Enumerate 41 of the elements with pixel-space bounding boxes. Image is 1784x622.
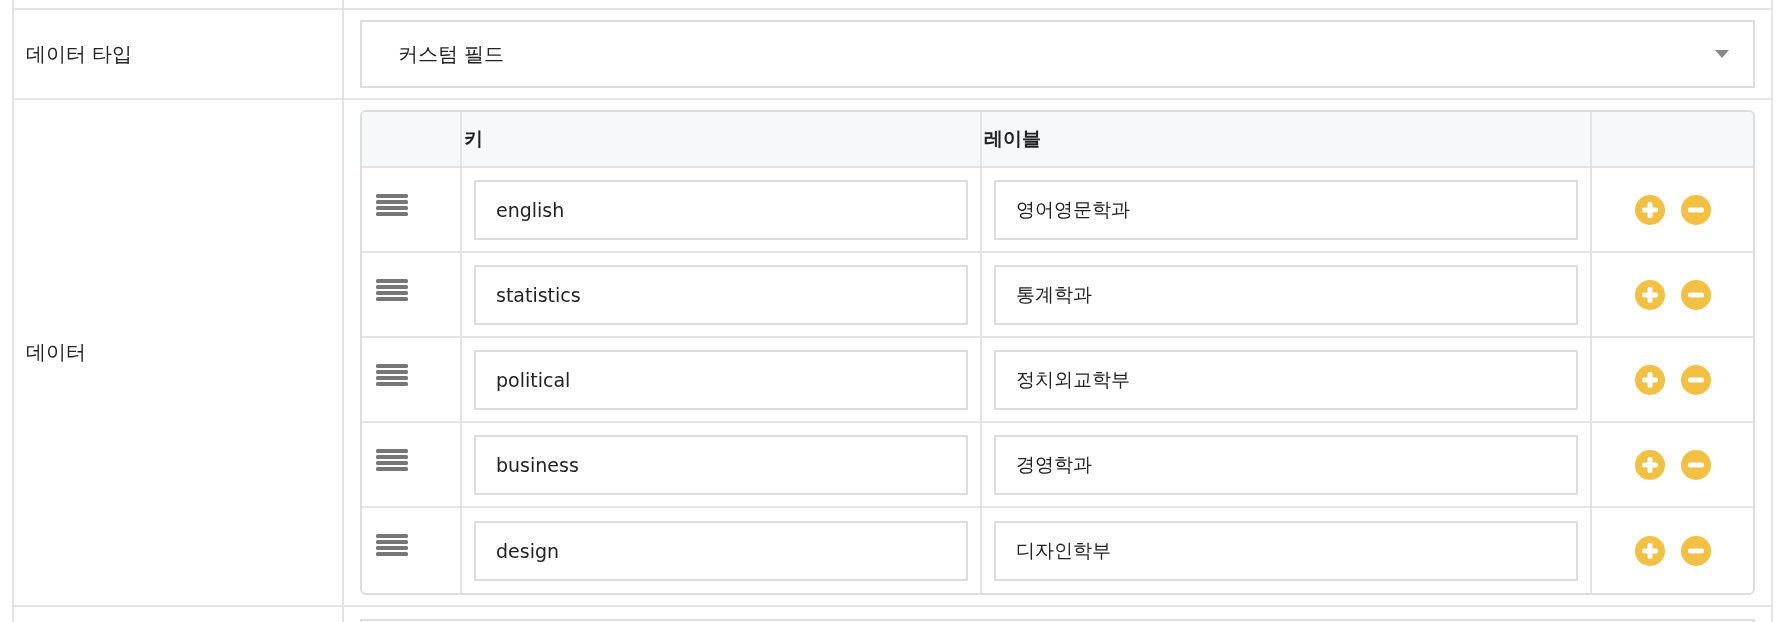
add-row-button[interactable]: [1634, 535, 1665, 566]
minus-icon: [1680, 535, 1711, 566]
label-field[interactable]: 디자인학부: [994, 520, 1578, 581]
plus-icon: [1634, 279, 1665, 310]
remove-row-button[interactable]: [1680, 535, 1711, 566]
minus-icon: [1680, 449, 1711, 480]
field-label: 데이터 타입: [26, 40, 133, 68]
label-field[interactable]: 정치외교학부: [994, 349, 1578, 410]
plus-icon: [1634, 449, 1665, 480]
remove-row-button[interactable]: [1680, 364, 1711, 395]
drag-handle-icon[interactable]: [376, 364, 408, 388]
key-field[interactable]: political: [474, 349, 968, 410]
add-row-button[interactable]: [1634, 279, 1665, 310]
label-field[interactable]: 통계학과: [994, 264, 1578, 325]
label-field[interactable]: 영어영문학과: [994, 179, 1578, 240]
minus-icon: [1680, 279, 1711, 310]
key-field[interactable]: english: [474, 179, 968, 240]
key-field[interactable]: business: [474, 434, 968, 495]
key-field[interactable]: statistics: [474, 264, 968, 325]
column-header: 레이블: [982, 112, 1592, 168]
drag-handle-icon[interactable]: [376, 279, 408, 303]
data-type-select[interactable]: 커스텀 필드: [360, 20, 1755, 88]
add-row-button[interactable]: [1634, 194, 1665, 225]
add-row-button[interactable]: [1634, 449, 1665, 480]
remove-row-button[interactable]: [1680, 194, 1711, 225]
plus-icon: [1634, 194, 1665, 225]
drag-handle-icon[interactable]: [376, 449, 408, 473]
drag-handle-icon[interactable]: [376, 534, 408, 558]
add-row-button[interactable]: [1634, 364, 1665, 395]
minus-icon: [1680, 364, 1711, 395]
remove-row-button[interactable]: [1680, 279, 1711, 310]
remove-row-button[interactable]: [1680, 449, 1711, 480]
key-field[interactable]: design: [474, 520, 968, 581]
caret-icon: [1715, 50, 1729, 58]
drag-handle-icon[interactable]: [376, 194, 408, 218]
label-field[interactable]: 경영학과: [994, 434, 1578, 495]
plus-icon: [1634, 364, 1665, 395]
field-label: 데이터: [26, 339, 86, 366]
minus-icon: [1680, 194, 1711, 225]
column-header: 키: [462, 112, 982, 168]
plus-icon: [1634, 535, 1665, 566]
